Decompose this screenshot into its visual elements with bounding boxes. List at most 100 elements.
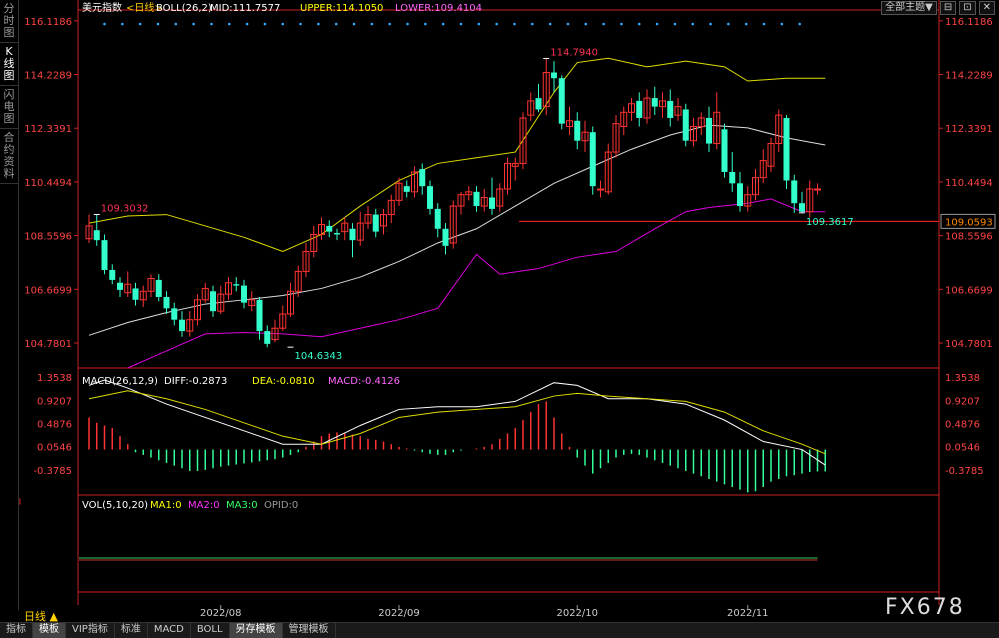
xaxis-label: 2022/11 [727, 608, 769, 619]
ytick-label-right: 108.5596 [945, 232, 993, 243]
annotation-label: 104.6343 [295, 351, 343, 362]
candle-body [473, 191, 480, 207]
macd-ytick-right: 0.4876 [945, 419, 980, 430]
vol-legend-4: OPID:0 [264, 500, 298, 511]
signal-dot [121, 22, 124, 26]
tab-indicator[interactable]: 指标 [0, 623, 33, 638]
current-price-label: 109.0593 [945, 217, 993, 228]
ytick-label-right: 110.4494 [945, 178, 993, 189]
signal-dot [263, 22, 267, 26]
macd-ytick-right: 0.9207 [945, 396, 980, 407]
candle-body [117, 282, 123, 290]
chart-area[interactable]: 116.1186 116.1186 114.2289 114.2289 112.3391… [19, 0, 999, 622]
candle-body [93, 230, 100, 241]
candle-body [256, 299, 263, 332]
boll-mid-line [88, 124, 826, 336]
signal-dot [602, 22, 605, 26]
ytick-label-right: 112.3391 [945, 124, 993, 135]
macd-legend-3: MACD:-0.4126 [328, 376, 400, 387]
candle-body [551, 72, 557, 79]
signal-dot [156, 22, 160, 26]
candle-body [171, 308, 178, 320]
signal-dot [299, 22, 302, 26]
signal-dot [691, 22, 695, 26]
tab-flash[interactable]: 闪电图 [0, 86, 18, 129]
ytick-label-left: 110.4494 [24, 178, 72, 189]
main-legend-0: 美元指数 [82, 1, 122, 14]
candle-body [597, 188, 604, 191]
candle-body [682, 109, 689, 141]
signal-dot [798, 22, 801, 26]
signal-dot [406, 22, 409, 26]
candle-body [210, 291, 216, 312]
ytick-label-left: 108.5596 [24, 232, 72, 243]
tab-intraday[interactable]: 分时图 [0, 0, 18, 43]
xaxis-label: 2022/08 [200, 608, 242, 619]
candle-body [419, 169, 426, 187]
macd-ytick-left: 0.4876 [37, 419, 72, 430]
macd-ytick-left: 0.0546 [37, 443, 72, 454]
signal-dot [424, 22, 427, 26]
signal-dot [513, 22, 516, 26]
close-icon[interactable]: ✕ [978, 1, 995, 15]
macd-ytick-right: -0.3785 [945, 466, 984, 477]
candle-body [233, 284, 240, 286]
tab-boll[interactable]: BOLL [191, 623, 230, 638]
ytick-label-right: 116.1186 [945, 17, 993, 28]
ytick-label-left: 106.6699 [24, 285, 72, 296]
candle-body [241, 285, 247, 303]
tab-template[interactable]: 模板 [33, 623, 66, 638]
macd-ytick-right: 0.0546 [945, 443, 980, 454]
signal-dot [744, 22, 748, 26]
tab-save-template[interactable]: 另存模板 [229, 623, 283, 638]
tab-manage-template[interactable]: 管理模板 [283, 623, 336, 638]
signal-dot [103, 22, 106, 26]
candle-body [427, 186, 433, 209]
signal-dot [780, 22, 784, 26]
signal-dot [637, 22, 641, 26]
tab-standard[interactable]: 标准 [115, 623, 148, 638]
candle-body [179, 319, 185, 332]
xaxis-label: 2022/09 [378, 608, 420, 619]
candle-body [349, 228, 356, 241]
theme-button[interactable]: 全部主题▼ [881, 1, 937, 15]
signal-dot [138, 22, 142, 26]
candle-body [721, 129, 728, 172]
signal-dot [388, 22, 392, 26]
tab-contract[interactable]: 合约资料 [0, 129, 18, 184]
signal-dot [727, 22, 730, 26]
restore-icon[interactable]: ⊡ [959, 1, 976, 15]
signal-dot [548, 22, 552, 26]
ytick-label-left: 104.7801 [24, 339, 72, 350]
ytick-label-right: 114.2289 [945, 71, 993, 82]
minimize-icon[interactable]: ⊟ [939, 1, 957, 15]
ytick-label-right: 106.6699 [945, 285, 993, 296]
main-legend-3: MID:111.7577 [210, 3, 280, 14]
vol-legend-0: VOL(5,10,20) [82, 500, 148, 511]
candle-body [372, 214, 379, 232]
signal-dot [620, 22, 623, 26]
signal-dot [584, 22, 588, 26]
vol-marker [19, 498, 21, 505]
signal-dot [174, 22, 178, 26]
ytick-label-left: 112.3391 [24, 124, 72, 135]
candle-body [326, 225, 333, 232]
candle-body [434, 208, 441, 229]
left-sidebar: 分时图 K线图 闪电图 合约资料 [0, 0, 19, 610]
candle-body [636, 100, 643, 118]
tab-macd[interactable]: MACD [148, 623, 191, 638]
signal-dot [441, 22, 445, 26]
boll-lower-line [127, 198, 826, 369]
tab-kline[interactable]: K线图 [0, 43, 18, 86]
signal-dot [566, 22, 570, 26]
candle-body [706, 117, 712, 144]
ytick-label-left: 116.1186 [24, 17, 72, 28]
main-legend-2: BOLL(26,2) [156, 3, 212, 14]
bottom-toolbar: 指标 模板 VIP指标 标准 MACD BOLL 另存模板 管理模板 [0, 622, 999, 638]
macd-ytick-left: 1.3538 [37, 373, 72, 384]
vol-legend-2: MA2:0 [188, 500, 220, 511]
xaxis-label: 2022/10 [556, 608, 598, 619]
top-controls: 全部主题▼ ⊟ ⊡ ✕ [881, 1, 995, 15]
signal-dot [655, 22, 659, 26]
tab-vip-indicator[interactable]: VIP指标 [66, 623, 115, 638]
